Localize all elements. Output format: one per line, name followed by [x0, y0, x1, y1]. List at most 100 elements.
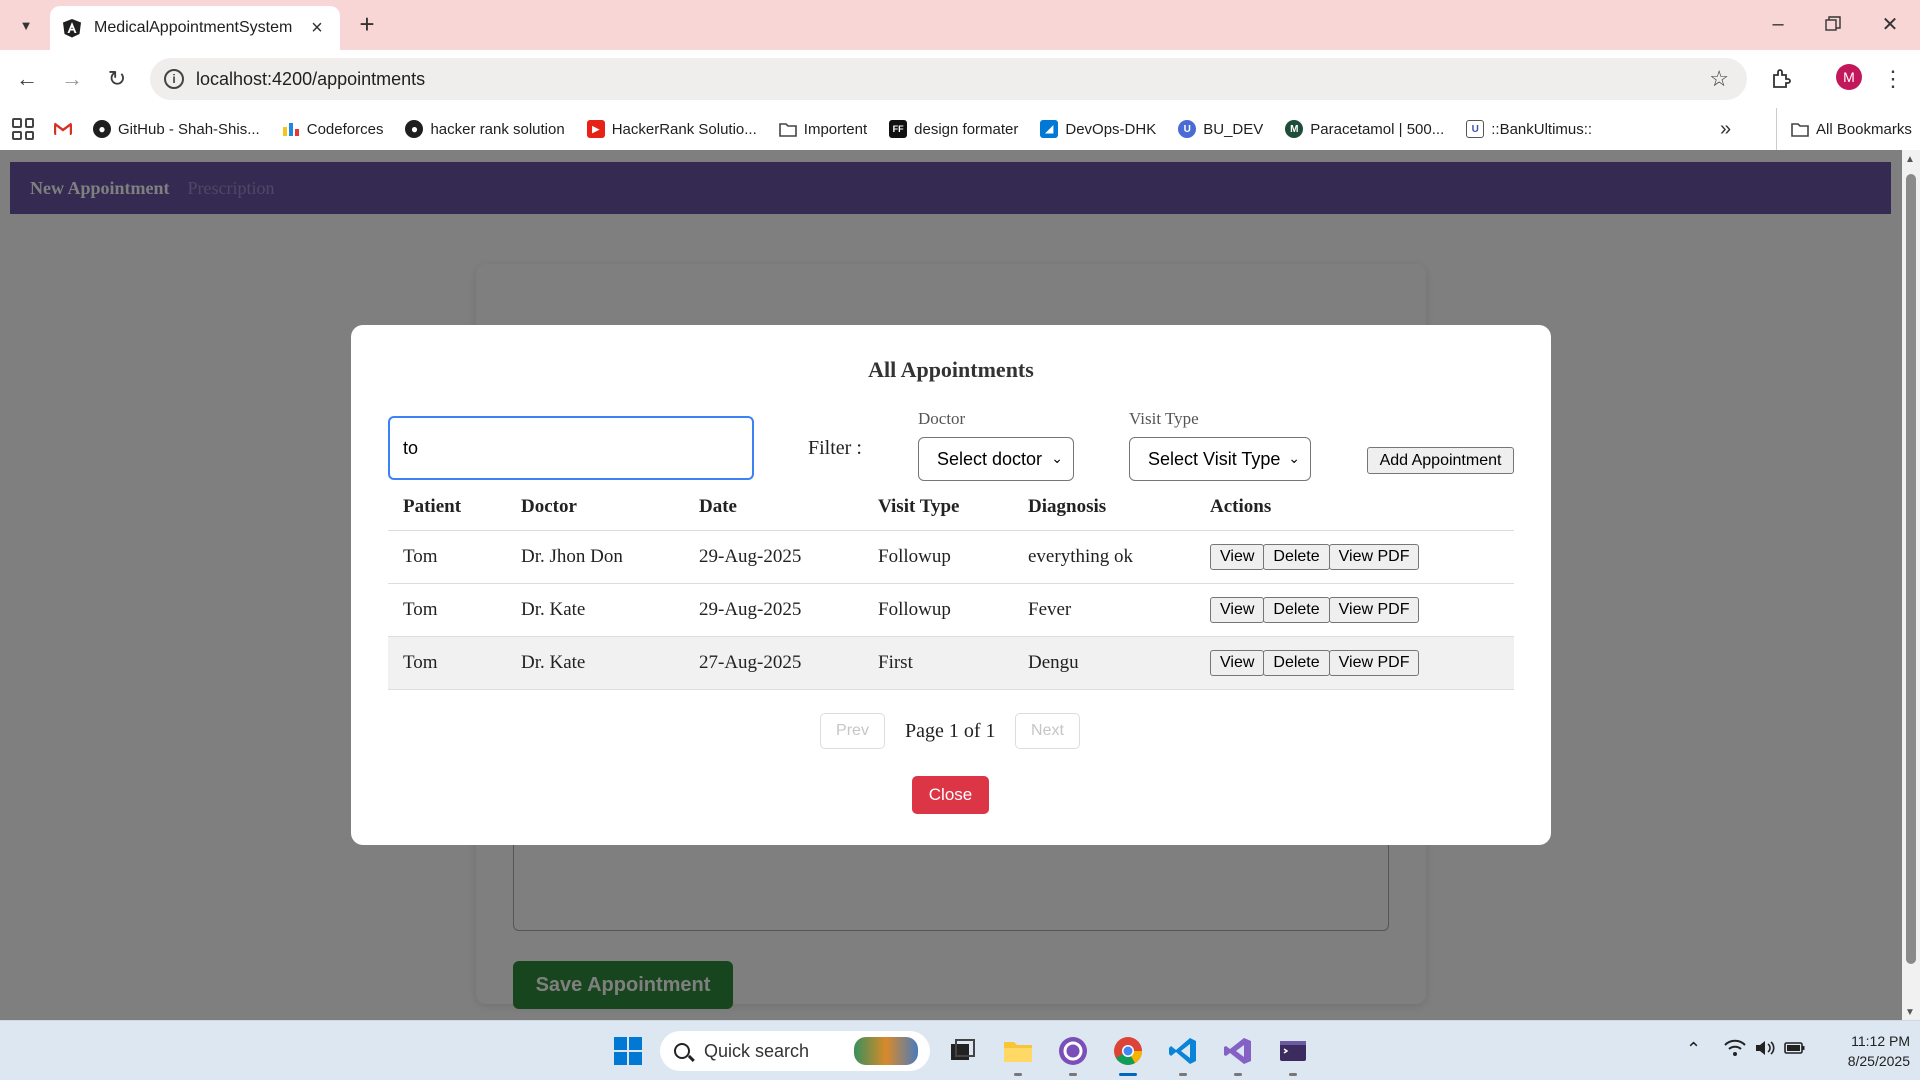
bookmark-item[interactable]: M Paracetamol | 500... [1285, 120, 1444, 138]
task-view-icon[interactable] [946, 1035, 978, 1067]
prev-page-button[interactable]: Prev [820, 713, 885, 749]
appointments-table: Patient Doctor Date Visit Type Diagnosis… [388, 485, 1514, 690]
doctor-label: Doctor [918, 409, 966, 428]
folder-icon [1791, 120, 1809, 138]
site-info-icon[interactable]: i [164, 69, 184, 89]
bookmark-label: ::BankUltimus:: [1491, 120, 1593, 138]
running-indicator [1289, 1073, 1297, 1076]
github-icon: ● [405, 120, 424, 138]
bookmark-label: Importent [803, 120, 868, 138]
close-modal-button[interactable]: Close [912, 776, 989, 814]
patient-search-input[interactable] [388, 416, 754, 480]
folder-icon [778, 120, 797, 138]
extensions-icon[interactable] [1764, 62, 1798, 96]
volume-icon[interactable] [1754, 1039, 1776, 1062]
bookmark-label: design formater [914, 120, 1019, 138]
bookmark-item[interactable]: ▶ HackerRank Solutio... [586, 120, 757, 138]
bookmark-item[interactable]: ● hacker rank solution [405, 120, 565, 138]
view-pdf-button[interactable]: View PDF [1328, 543, 1420, 570]
bookmark-item[interactable]: FF design formater [889, 120, 1018, 138]
youtube-icon: ▶ [586, 120, 605, 138]
column-header: Diagnosis [1013, 485, 1195, 531]
scroll-thumb[interactable] [1906, 174, 1916, 964]
bookmark-item[interactable]: Importent [778, 120, 868, 138]
browser-menu-icon[interactable]: ⋮ [1876, 62, 1910, 96]
forward-icon[interactable]: → [55, 62, 89, 96]
scroll-up-icon[interactable]: ▲ [1905, 154, 1915, 165]
delete-button[interactable]: Delete [1263, 543, 1330, 570]
cell-visit-type: Followup [863, 530, 1013, 584]
cell-diagnosis: Dengu [1013, 636, 1195, 690]
search-icon [674, 1043, 690, 1059]
clock-time: 11:12 PM [1851, 1033, 1910, 1049]
visit-type-select[interactable]: Select Visit Type ⌄ [1129, 437, 1311, 481]
address-url[interactable]: localhost:4200/appointments [196, 69, 425, 90]
restore-icon[interactable] [1813, 8, 1853, 40]
search-highlight-image [854, 1037, 918, 1065]
bookmark-item[interactable]: Codeforces [282, 120, 383, 138]
battery-icon[interactable] [1784, 1039, 1806, 1062]
bookmarks-overflow-icon[interactable]: » [1720, 118, 1731, 141]
system-clock[interactable]: 11:12 PM 8/25/2025 [1820, 1031, 1910, 1071]
profile-avatar[interactable]: M [1836, 64, 1862, 90]
browser-tab[interactable]: MedicalAppointmentSystem × [50, 6, 340, 50]
visual-studio-icon[interactable] [1222, 1035, 1254, 1067]
view-pdf-button[interactable]: View PDF [1328, 649, 1420, 676]
apps-grid-icon[interactable] [12, 118, 34, 140]
table-row: Tom Dr. Kate 27-Aug-2025 First Dengu Vie… [388, 636, 1514, 690]
cell-diagnosis: Fever [1013, 583, 1195, 637]
view-pdf-button[interactable]: View PDF [1328, 596, 1420, 623]
all-appointments-modal: All Appointments Filter : Doctor Select … [351, 325, 1551, 845]
view-button[interactable]: View [1210, 649, 1265, 676]
search-placeholder: Quick search [704, 1040, 810, 1061]
bookmark-item[interactable]: ◢ DevOps-DHK [1040, 120, 1156, 138]
file-explorer-icon[interactable] [1002, 1035, 1034, 1067]
github-desktop-icon[interactable] [1057, 1035, 1089, 1067]
tab-close-icon[interactable]: × [306, 17, 328, 40]
bookmark-label: HackerRank Solutio... [611, 120, 757, 138]
scroll-down-icon[interactable]: ▼ [1905, 1007, 1915, 1018]
table-row: Tom Dr. Jhon Don 29-Aug-2025 Followup ev… [388, 530, 1514, 584]
new-tab-icon[interactable]: + [352, 10, 382, 40]
doctor-select[interactable]: Select doctor ⌄ [918, 437, 1074, 481]
delete-button[interactable]: Delete [1263, 649, 1330, 676]
window-close-icon[interactable]: ✕ [1870, 8, 1910, 40]
windows-start-icon[interactable] [612, 1035, 644, 1067]
cell-doctor: Dr. Kate [506, 636, 684, 690]
next-page-button[interactable]: Next [1015, 713, 1080, 749]
page-scrollbar[interactable]: ▲ ▼ [1902, 150, 1920, 1020]
tray-overflow-icon[interactable]: ⌃ [1686, 1039, 1701, 1060]
bookmark-label: BU_DEV [1203, 120, 1264, 138]
visit-type-select-value: Select Visit Type [1148, 448, 1281, 469]
add-appointment-button[interactable]: Add Appointment [1367, 447, 1514, 474]
chrome-icon[interactable] [1112, 1035, 1144, 1067]
bookmark-gmail[interactable] [54, 122, 79, 136]
doctor-select-value: Select doctor [937, 448, 1043, 469]
wifi-icon[interactable] [1724, 1039, 1746, 1062]
delete-button[interactable]: Delete [1263, 596, 1330, 623]
shield-icon: U [1178, 120, 1197, 138]
all-bookmarks-button[interactable]: All Bookmarks [1776, 108, 1912, 150]
bookmark-item[interactable]: U BU_DEV [1178, 120, 1263, 138]
back-icon[interactable]: ← [10, 62, 44, 96]
vscode-icon[interactable] [1167, 1035, 1199, 1067]
taskbar-search-box[interactable]: Quick search [660, 1031, 930, 1071]
tab-search-chevron-icon[interactable]: ▼ [11, 10, 41, 40]
ff-icon: FF [889, 120, 908, 138]
gmail-icon [54, 122, 72, 135]
bookmark-star-icon[interactable]: ☆ [1709, 66, 1729, 92]
all-bookmarks-label: All Bookmarks [1816, 120, 1912, 138]
view-button[interactable]: View [1210, 543, 1265, 570]
address-bar[interactable]: i localhost:4200/appointments ☆ [150, 58, 1747, 100]
bookmark-item[interactable]: ● GitHub - Shah-Shis... [93, 120, 260, 138]
bookmark-item[interactable]: U ::BankUltimus:: [1466, 120, 1592, 138]
clock-date: 8/25/2025 [1847, 1053, 1910, 1069]
reload-icon[interactable]: ↻ [100, 62, 134, 96]
azure-devops-icon: ◢ [1040, 120, 1059, 138]
running-indicator [1234, 1073, 1242, 1076]
view-button[interactable]: View [1210, 596, 1265, 623]
angular-icon [63, 19, 81, 38]
minimize-icon[interactable]: – [1758, 8, 1798, 40]
chevron-down-icon: ⌄ [1051, 450, 1063, 466]
terminal-icon[interactable] [1277, 1035, 1309, 1067]
